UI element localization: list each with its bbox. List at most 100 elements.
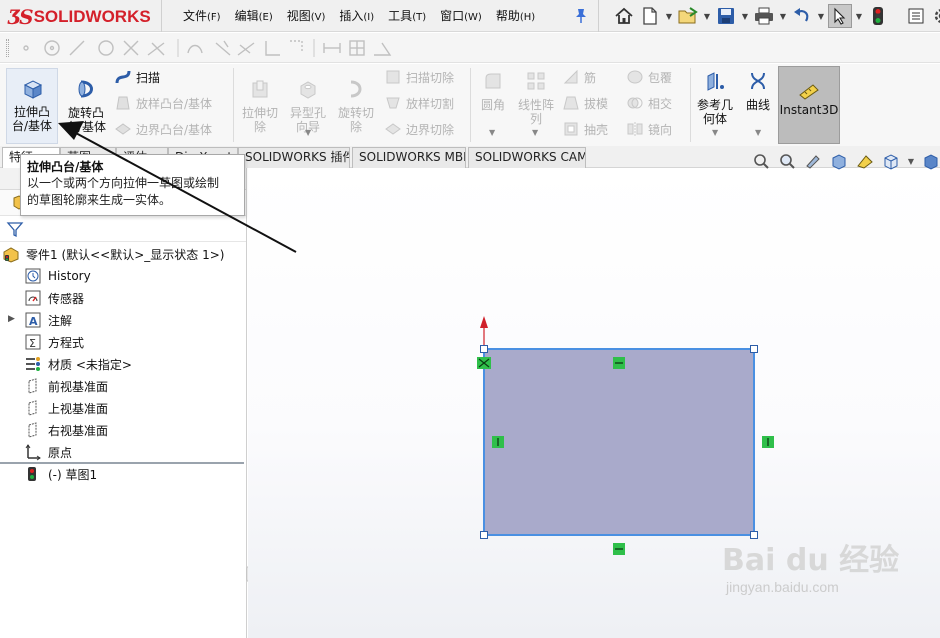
zoom-to-fit-icon[interactable] (750, 150, 772, 172)
horizontal-relation-icon[interactable] (613, 543, 625, 555)
menu-file[interactable]: 文件(F) (176, 6, 228, 26)
tree-item-sensors[interactable]: 传感器 (24, 288, 84, 308)
tree-item-annotations[interactable]: A 注解 (24, 310, 72, 330)
hole-wizard-button[interactable]: 异型孔 向导 (286, 68, 330, 134)
expand-arrow-icon[interactable]: ▶ (8, 314, 15, 324)
menu-window[interactable]: 窗口(W) (433, 6, 489, 26)
save-icon[interactable] (714, 4, 738, 28)
shell-icon (562, 120, 580, 138)
chevron-down-icon[interactable]: ▼ (664, 4, 674, 28)
revolve-cut-button[interactable]: 旋转切 除 (334, 68, 378, 134)
chevron-down-icon[interactable]: ▼ (906, 150, 916, 172)
linear-pattern-button[interactable]: 线性阵 列 (514, 68, 558, 126)
zoom-to-area-icon[interactable] (776, 150, 798, 172)
print-icon[interactable] (752, 4, 776, 28)
swept-cut-button[interactable]: 扫描切除 (384, 66, 454, 88)
chevron-down-icon[interactable]: ▼ (489, 128, 495, 137)
display-style-icon[interactable] (920, 150, 940, 172)
select-cursor-icon[interactable] (828, 4, 852, 28)
chevron-down-icon[interactable]: ▼ (755, 128, 761, 137)
tooltip-description-1: 以一个或两个方向拉伸一草图或绘制 (27, 176, 220, 190)
tab-solidworks-mbd[interactable]: SOLIDWORKS MBD (352, 147, 466, 168)
reference-geometry-button[interactable]: 参考几 何体 (694, 68, 736, 126)
sketch-rectangle[interactable] (483, 348, 755, 536)
curves-button[interactable]: 曲线 (740, 68, 776, 112)
menu-view[interactable]: 视图(V) (280, 6, 333, 26)
tree-item-right-plane[interactable]: 右视基准面 (24, 420, 108, 440)
chevron-down-icon[interactable]: ▼ (816, 4, 826, 28)
coincident-relation-icon[interactable] (477, 357, 491, 369)
traffic-light-icon[interactable] (866, 4, 890, 28)
open-folder-icon[interactable] (676, 4, 700, 28)
mirror-button[interactable]: 镜向 (626, 118, 672, 140)
dynamic-annotation-icon[interactable] (854, 150, 876, 172)
chevron-down-icon[interactable]: ▼ (305, 128, 311, 137)
filter-icon[interactable] (6, 220, 24, 241)
chevron-down-icon[interactable]: ▼ (532, 128, 538, 137)
revolve-boss-button[interactable]: 旋转凸 台/基体 (62, 68, 110, 134)
boundary-boss-button[interactable]: 边界凸台/基体 (114, 118, 212, 140)
undo-icon[interactable] (790, 4, 814, 28)
horizontal-relation-icon[interactable] (613, 357, 625, 369)
view-orientation-icon[interactable] (880, 150, 902, 172)
menu-edit[interactable]: 编辑(E) (228, 6, 280, 26)
loft-boss-button[interactable]: 放样凸台/基体 (114, 92, 212, 114)
tree-item-equations[interactable]: Σ 方程式 (24, 332, 84, 352)
tree-root-part[interactable]: 零件1 (默认<<默认>_显示状态 1>) (2, 244, 224, 264)
intersect-button[interactable]: 相交 (626, 92, 672, 114)
home-icon[interactable] (612, 4, 636, 28)
linear-pattern-icon (523, 70, 549, 96)
previous-view-icon[interactable] (802, 150, 824, 172)
fillet-button[interactable]: 圆角 (474, 68, 512, 112)
separator (233, 68, 234, 142)
chevron-down-icon[interactable]: ▼ (854, 4, 864, 28)
chevron-down-icon[interactable]: ▼ (712, 128, 718, 137)
vertical-relation-icon[interactable] (762, 436, 774, 448)
separator (892, 4, 902, 28)
menu-tools[interactable]: 工具(T) (381, 6, 433, 26)
separator (161, 0, 162, 32)
menu-help[interactable]: 帮助(H) (489, 6, 542, 26)
section-view-icon[interactable] (828, 150, 850, 172)
rib-button[interactable]: 筋 (562, 66, 596, 88)
pin-menu-icon[interactable] (574, 8, 588, 24)
lofted-cut-button[interactable]: 放样切割 (384, 92, 454, 114)
vertical-relation-icon[interactable] (492, 436, 504, 448)
shell-button[interactable]: 抽壳 (562, 118, 608, 140)
settings-icon[interactable] (930, 4, 940, 28)
tab-solidworks-cam[interactable]: SOLIDWORKS CAM (468, 147, 586, 168)
toolbar-grip[interactable] (6, 39, 9, 57)
instant3d-button[interactable]: Instant3D (778, 66, 840, 144)
options-icon[interactable] (904, 4, 928, 28)
tree-item-sketch1[interactable]: (-) 草图1 (24, 464, 97, 484)
sweep-button[interactable]: 扫描 (114, 66, 160, 88)
tree-item-material[interactable]: 材质 <未指定> (24, 354, 132, 374)
extrude-boss-icon (19, 77, 45, 103)
sketch-tools-icons[interactable] (18, 37, 438, 59)
fillet-icon (480, 70, 506, 96)
chevron-down-icon[interactable]: ▼ (778, 4, 788, 28)
extrude-boss-label-1: 拉伸凸 (13, 105, 50, 119)
sketch-point[interactable] (480, 531, 488, 539)
wrap-button[interactable]: 包覆 (626, 66, 672, 88)
tree-item-history[interactable]: History (24, 266, 91, 286)
sketch-point[interactable] (480, 345, 488, 353)
rollback-bar[interactable] (0, 462, 244, 464)
watermark-sub: jingyan.baidu.com (726, 579, 839, 595)
tab-solidworks-addins[interactable]: SOLIDWORKS 插件 (238, 147, 350, 168)
tree-item-origin[interactable]: 原点 (24, 442, 72, 462)
tree-item-top-plane[interactable]: 上视基准面 (24, 398, 108, 418)
sweep-icon (114, 68, 132, 86)
extrude-boss-button[interactable]: 拉伸凸 台/基体 (6, 68, 58, 144)
sketch-point[interactable] (750, 345, 758, 353)
extrude-cut-button[interactable]: 拉伸切 除 (238, 68, 282, 134)
boundary-cut-button[interactable]: 边界切除 (384, 118, 454, 140)
separator (598, 0, 599, 32)
solidworks-logo[interactable]: ƷS SOLIDWORKS (8, 4, 151, 30)
menu-insert[interactable]: 插入(I) (332, 6, 381, 26)
chevron-down-icon[interactable]: ▼ (702, 4, 712, 28)
draft-button[interactable]: 拔模 (562, 92, 608, 114)
chevron-down-icon[interactable]: ▼ (740, 4, 750, 28)
tree-item-front-plane[interactable]: 前视基准面 (24, 376, 108, 396)
new-document-icon[interactable] (638, 4, 662, 28)
